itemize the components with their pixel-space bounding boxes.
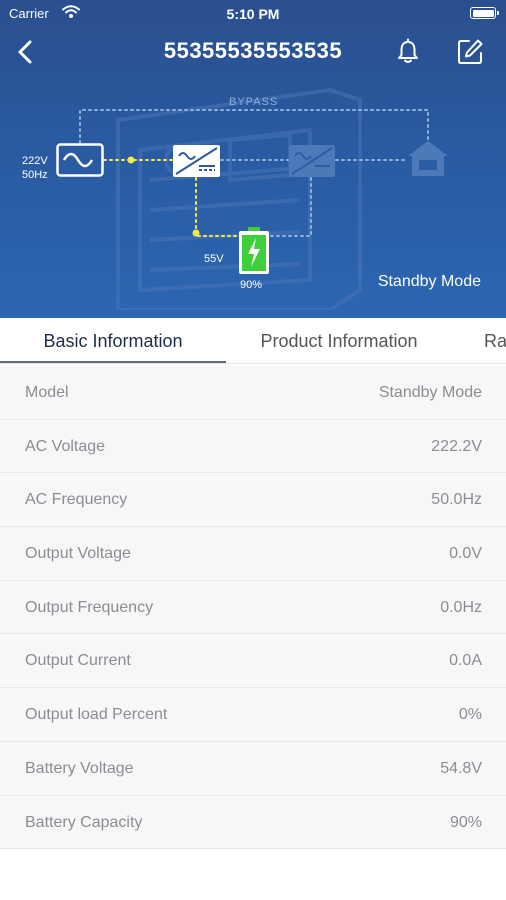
edit-icon[interactable] — [456, 38, 484, 66]
row-label: Output load Percent — [25, 706, 168, 724]
row-label: AC Voltage — [25, 437, 106, 455]
row-value: Standby Mode — [378, 384, 482, 401]
battery-status-icon — [470, 7, 499, 19]
tab-rated-information[interactable]: Ra — [452, 318, 506, 363]
battery-percent-readout: 90% — [240, 279, 263, 291]
active-tab-indicator — [0, 361, 226, 363]
row-value: 222.2V — [431, 437, 482, 455]
row-label: Output Voltage — [25, 545, 131, 563]
row-value: 0.0V — [449, 545, 482, 563]
clock: 5:10 PM — [226, 6, 280, 22]
battery-icon — [239, 227, 269, 274]
bypass-label: BYPASS — [229, 96, 279, 108]
back-arrow-icon[interactable] — [10, 36, 42, 68]
flow-node-dot — [192, 229, 200, 237]
list-item: Model Standby Mode — [0, 366, 506, 420]
battery-voltage-readout: 55V — [204, 253, 224, 265]
row-label: Output Current — [25, 652, 131, 670]
row-value: 0% — [458, 706, 482, 724]
list-item: Output Frequency 0.0Hz — [0, 580, 506, 635]
home-load-icon — [408, 141, 448, 176]
row-value: 0.0A — [449, 652, 482, 670]
device-title: 55355535553535 — [163, 38, 343, 63]
output-inverter-icon — [289, 145, 335, 177]
bell-icon[interactable] — [394, 38, 422, 66]
operating-mode: Standby Mode — [377, 273, 481, 290]
list-item: Output Current 0.0A — [0, 634, 506, 689]
row-value: 50.0Hz — [431, 491, 482, 509]
row-value: 0.0Hz — [440, 598, 482, 616]
tab-basic-information[interactable]: Basic Information — [0, 318, 226, 363]
flow-node-dot — [127, 156, 135, 164]
list-item: Output Voltage 0.0V — [0, 527, 506, 581]
list-item: Output load Percent 0% — [0, 688, 506, 742]
ac-input-voltage: 222V — [22, 155, 48, 167]
inverter-icon — [173, 145, 220, 177]
tab-product-information[interactable]: Product Information — [226, 318, 452, 363]
list-item: AC Voltage 222.2V — [0, 419, 506, 474]
info-tabs: Basic Information Product Information Ra — [0, 318, 506, 364]
row-value: 54.8V — [440, 759, 482, 777]
list-item: Battery Capacity 90% — [0, 795, 506, 850]
status-bar: Carrier 5:10 PM — [0, 0, 506, 28]
row-label: Model — [25, 384, 69, 401]
ac-input-frequency: 50Hz — [22, 169, 48, 181]
basic-info-list: Model Standby Mode AC Voltage 222.2V AC … — [0, 366, 506, 850]
list-item: AC Frequency 50.0Hz — [0, 473, 506, 528]
list-item: Battery Voltage 54.8V — [0, 741, 506, 796]
ac-grid-icon — [56, 143, 104, 177]
row-label: Output Frequency — [25, 598, 154, 616]
ac-input-readout: 222V 50Hz — [22, 154, 48, 182]
header: Carrier 5:10 PM 55355535553535 BYPASS 22… — [0, 0, 506, 318]
row-label: Battery Capacity — [25, 813, 143, 831]
row-value: 90% — [449, 813, 482, 831]
row-label: Battery Voltage — [25, 759, 134, 777]
row-label: AC Frequency — [25, 491, 128, 509]
power-flow-diagram: BYPASS 222V 50Hz 55V 90% Standby Mode — [0, 80, 506, 310]
